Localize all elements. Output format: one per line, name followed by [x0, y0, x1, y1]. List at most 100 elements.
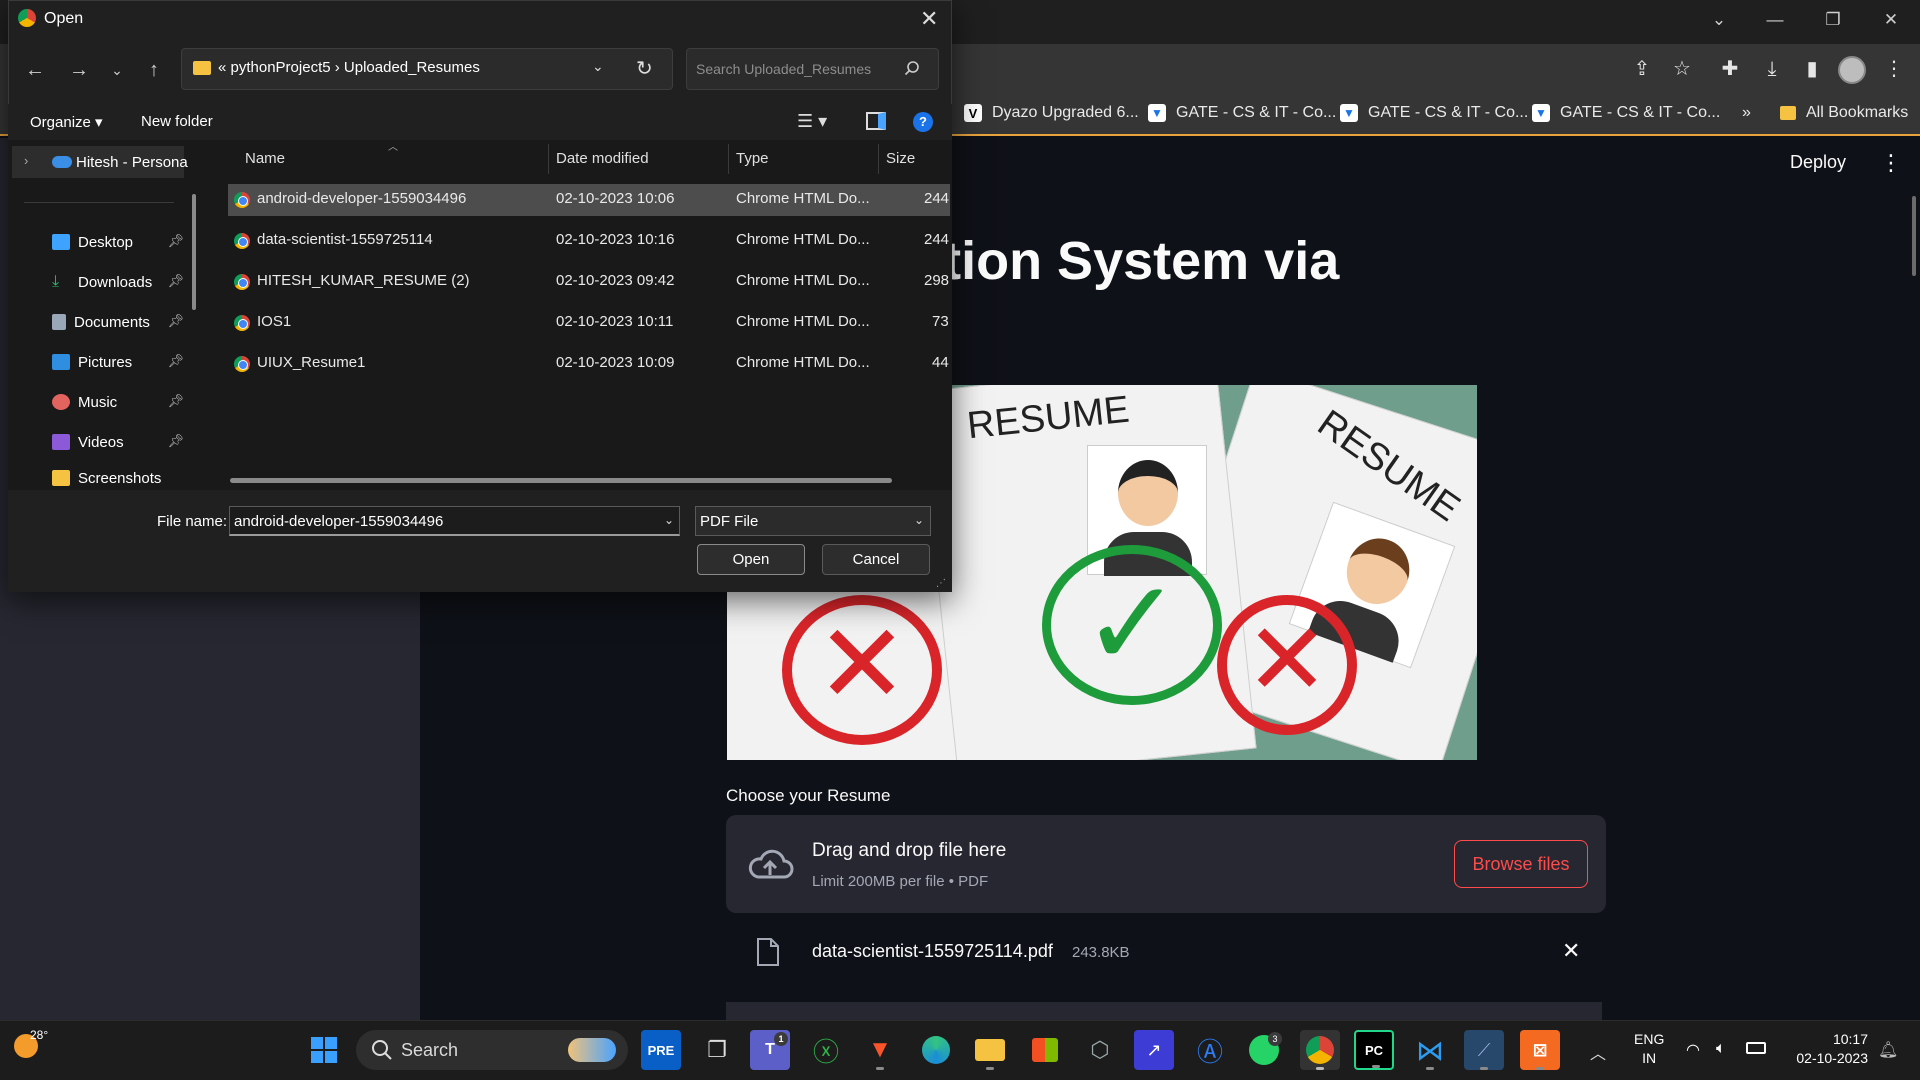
bookmark-item[interactable]: ▼ GATE - CS & IT - Co...: [1532, 100, 1720, 126]
extensions-icon[interactable]: ✚: [1716, 55, 1744, 83]
bookmark-item[interactable]: ▼ GATE - CS & IT - Co...: [1340, 100, 1528, 126]
tray-chevron-up-icon[interactable]: ︿: [1590, 1040, 1606, 1064]
taskbar-app-icon[interactable]: ⬡: [1080, 1030, 1120, 1070]
up-arrow-icon[interactable]: ↑: [140, 56, 168, 84]
profile-avatar[interactable]: [1838, 56, 1866, 84]
taskbar-edge-icon[interactable]: [916, 1030, 956, 1070]
folder-icon: [52, 470, 70, 486]
tab-search-chevron-icon[interactable]: ⌄: [1704, 8, 1734, 32]
restore-button[interactable]: ❐: [1818, 8, 1848, 32]
edge-logo-icon: [922, 1036, 950, 1064]
column-header-type[interactable]: Type: [736, 150, 769, 167]
taskbar-store-icon[interactable]: [1025, 1030, 1065, 1070]
taskbar-edge-beta-icon[interactable]: PRE: [641, 1030, 681, 1070]
pin-icon: 📌︎: [167, 273, 184, 288]
chrome-menu-icon[interactable]: ⋮: [1880, 55, 1908, 83]
app-menu-icon[interactable]: ⋮: [1880, 150, 1902, 176]
pictures-icon: [52, 354, 70, 370]
more-bookmarks-button[interactable]: »: [1742, 100, 1751, 126]
chrome-html-file-icon: [234, 192, 250, 208]
deploy-button[interactable]: Deploy: [1790, 152, 1846, 173]
help-icon[interactable]: ?: [913, 112, 933, 132]
bookmark-item[interactable]: ▼ GATE - CS & IT - Co...: [1148, 100, 1336, 126]
nav-item-desktop[interactable]: Desktop 📌︎: [52, 227, 192, 257]
bookmark-item[interactable]: V Dyazo Upgraded 6...: [964, 100, 1139, 126]
file-row[interactable]: android-developer-1559034496 02-10-2023 …: [228, 184, 950, 216]
browse-files-button[interactable]: Browse files: [1454, 840, 1588, 888]
all-bookmarks-button[interactable]: All Bookmarks: [1780, 100, 1908, 126]
column-header-name[interactable]: Name: [245, 150, 285, 167]
nav-item-videos[interactable]: Videos 📌︎: [52, 427, 192, 457]
language-indicator[interactable]: ENG IN: [1634, 1030, 1664, 1068]
side-panel-icon[interactable]: ▮: [1798, 55, 1826, 83]
file-type: Chrome HTML Do...: [736, 354, 870, 371]
search-highlight-icon: [568, 1038, 616, 1062]
notification-bell-icon[interactable]: 🔔︎: [1878, 1040, 1898, 1060]
taskbar-vscode-icon[interactable]: ⋈: [1410, 1030, 1450, 1070]
wifi-icon[interactable]: ◠: [1686, 1040, 1700, 1060]
file-row[interactable]: data-scientist-1559725114 02-10-2023 10:…: [228, 225, 950, 257]
file-size: 244: [924, 231, 950, 248]
organize-menu[interactable]: Organize ▾: [30, 113, 103, 131]
column-header-size[interactable]: Size: [886, 150, 915, 167]
back-arrow-icon[interactable]: ←: [21, 56, 49, 84]
window-close-button[interactable]: ✕: [1876, 8, 1906, 32]
view-options-icon[interactable]: ☰ ▾: [797, 111, 827, 132]
nav-item-pictures[interactable]: Pictures 📌︎: [52, 347, 192, 377]
nav-item-documents[interactable]: Documents 📌︎: [52, 307, 192, 337]
nav-item-label: Videos: [78, 433, 124, 451]
preview-pane-icon[interactable]: [866, 112, 886, 130]
address-dropdown-icon[interactable]: ⌄: [592, 58, 604, 75]
taskbar-file-explorer-icon[interactable]: [970, 1030, 1010, 1070]
taskbar-task-view-icon[interactable]: ❐: [697, 1030, 737, 1070]
taskbar-chrome-icon[interactable]: [1300, 1030, 1340, 1070]
taskbar-whatsapp-icon[interactable]: 3: [1244, 1030, 1284, 1070]
start-button[interactable]: [304, 1030, 344, 1070]
nav-item-downloads[interactable]: ⤓ Downloads 📌︎: [52, 267, 192, 297]
minimize-button[interactable]: —: [1760, 8, 1790, 32]
column-divider[interactable]: [878, 144, 879, 174]
open-button[interactable]: Open: [697, 544, 805, 575]
cancel-button[interactable]: Cancel: [822, 544, 930, 575]
taskbar-terminal-icon[interactable]: ⟋: [1464, 1030, 1504, 1070]
file-name-dropdown-icon[interactable]: ⌄: [664, 513, 674, 527]
breadcrumb[interactable]: « pythonProject5 › Uploaded_Resumes: [218, 59, 480, 76]
taskbar-pycharm-icon[interactable]: PC: [1354, 1030, 1394, 1070]
horizontal-scrollbar[interactable]: [230, 478, 892, 483]
page-scrollbar[interactable]: [1912, 196, 1916, 276]
nav-item-screenshots[interactable]: Screenshots: [52, 467, 192, 489]
taskbar-teams-icon[interactable]: T1: [750, 1030, 790, 1070]
taskbar-xampp-icon[interactable]: ⊠: [1520, 1030, 1560, 1070]
file-row[interactable]: HITESH_KUMAR_RESUME (2) 02-10-2023 09:42…: [228, 266, 950, 298]
column-header-date[interactable]: Date modified: [556, 150, 649, 167]
taskbar-a-icon[interactable]: Ⓐ: [1190, 1030, 1230, 1070]
battery-icon[interactable]: [1746, 1042, 1766, 1054]
file-type-dropdown-icon[interactable]: ⌄: [914, 513, 924, 527]
nav-item-music[interactable]: Music 📌︎: [52, 387, 192, 417]
resize-grip-icon[interactable]: ⋰: [936, 578, 946, 589]
column-divider[interactable]: [728, 144, 729, 174]
share-icon[interactable]: ⇪: [1628, 55, 1656, 83]
forward-arrow-icon[interactable]: →: [65, 56, 93, 84]
file-row[interactable]: UIUX_Resume1 02-10-2023 10:09 Chrome HTM…: [228, 348, 950, 380]
download-icon[interactable]: ⤓: [1758, 55, 1786, 83]
taskbar-xbox-icon[interactable]: ⓧ: [806, 1030, 846, 1070]
bookmark-star-icon[interactable]: ☆: [1668, 55, 1696, 83]
dialog-title: Open: [44, 10, 84, 27]
taskbar-whiteboard-icon[interactable]: ↗: [1134, 1030, 1174, 1070]
volume-icon[interactable]: 🔈︎: [1716, 1040, 1726, 1058]
taskbar-brave-icon[interactable]: ▼: [860, 1030, 900, 1070]
nav-scrollbar[interactable]: [192, 194, 196, 310]
new-folder-button[interactable]: New folder: [141, 113, 213, 130]
file-row[interactable]: IOS1 02-10-2023 10:11 Chrome HTML Do... …: [228, 307, 950, 339]
dialog-close-icon[interactable]: ✕: [920, 6, 938, 32]
bookmark-label: GATE - CS & IT - Co...: [1176, 104, 1337, 121]
expand-chevron-icon[interactable]: ›: [24, 153, 28, 168]
column-divider[interactable]: [548, 144, 549, 174]
recent-locations-chevron-icon[interactable]: ⌄: [103, 56, 131, 84]
search-icon[interactable]: [904, 60, 920, 76]
remove-file-icon[interactable]: ✕: [1562, 938, 1580, 964]
clock[interactable]: 10:17 02-10-2023: [1788, 1030, 1868, 1068]
refresh-icon[interactable]: ↻: [636, 56, 653, 81]
chrome-html-file-icon: [234, 233, 250, 249]
